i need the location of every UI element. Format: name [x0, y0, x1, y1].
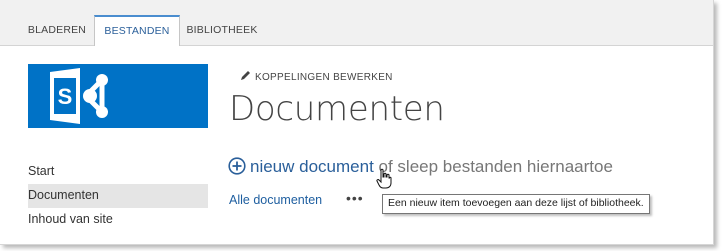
drag-files-hint: of sleep bestanden hiernaartoe	[373, 157, 613, 176]
quick-launch: Start Documenten Inhoud van site	[28, 160, 208, 232]
sharepoint-logo[interactable]: S	[28, 64, 208, 128]
browser-frame: BLADEREN BESTANDEN BIBLIOTHEEK S KOPPELI…	[0, 0, 714, 245]
more-views-ellipsis-icon[interactable]: •••	[346, 190, 364, 206]
tooltip: Een nieuw item toevoegen aan deze lijst …	[382, 194, 650, 214]
tab-bladeren[interactable]: BLADEREN	[20, 15, 94, 45]
hand-cursor-icon	[376, 168, 392, 190]
tab-bestanden[interactable]: BESTANDEN	[94, 15, 180, 46]
ribbon-bar: BLADEREN BESTANDEN BIBLIOTHEEK	[0, 0, 713, 46]
sidebar-item-documenten[interactable]: Documenten	[28, 184, 208, 208]
sidebar-item-start[interactable]: Start	[28, 160, 208, 184]
new-document-link[interactable]: nieuw document	[250, 157, 374, 176]
new-document-row: nieuw document of sleep bestanden hierna…	[228, 157, 613, 183]
page-title: Documenten	[229, 89, 445, 129]
edit-links-label: KOPPELINGEN BEWERKEN	[255, 72, 393, 83]
tab-bibliotheek[interactable]: BIBLIOTHEEK	[180, 15, 264, 45]
svg-text:S: S	[58, 84, 73, 109]
view-selector: Alle documenten •••	[229, 190, 363, 207]
sharepoint-logo-icon: S	[50, 68, 108, 124]
edit-links-button[interactable]: KOPPELINGEN BEWERKEN	[240, 70, 393, 84]
view-all-documents[interactable]: Alle documenten	[229, 193, 322, 207]
sidebar-item-inhoud-van-site[interactable]: Inhoud van site	[28, 208, 208, 232]
pencil-icon	[240, 70, 252, 84]
add-circle-icon[interactable]	[228, 157, 246, 175]
